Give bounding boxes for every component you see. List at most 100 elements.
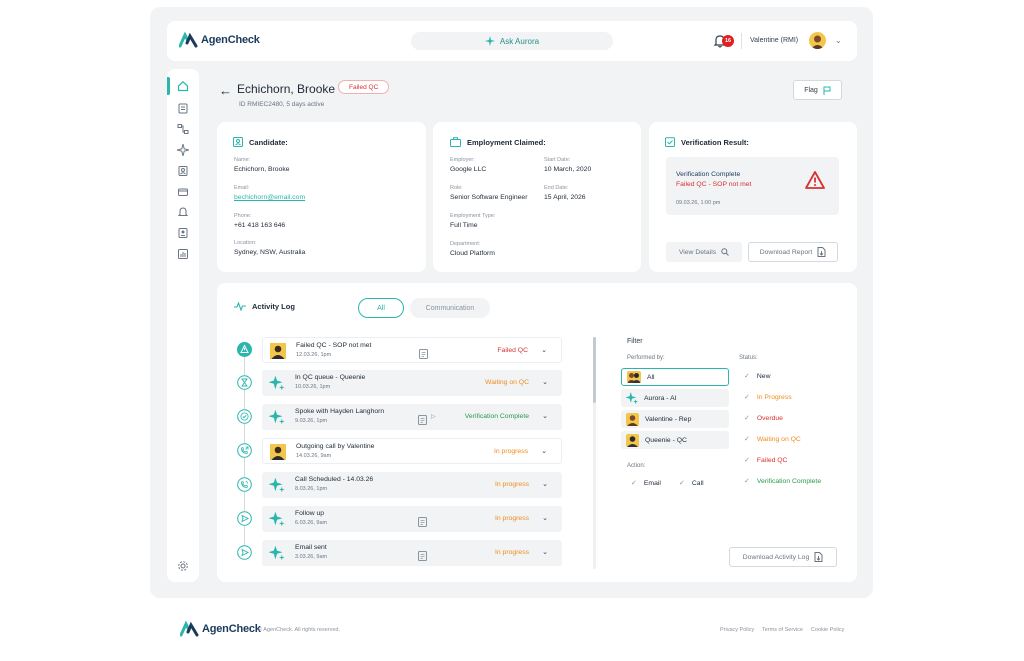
chevron-down-icon[interactable]: ⌄ <box>542 378 548 386</box>
chevron-down-icon[interactable]: ⌄ <box>542 412 548 420</box>
sparkle-icon <box>177 144 189 156</box>
check-circle-icon <box>237 409 252 424</box>
sidebar-item-identity[interactable] <box>176 226 190 240</box>
event-date: 12.03.26, 1pm <box>296 352 332 358</box>
verification-result-box: Verification Complete Failed QC - SOP no… <box>666 157 839 215</box>
header-divider <box>741 33 742 49</box>
phone-icon <box>237 477 252 492</box>
download-report-button[interactable]: Download Report <box>748 242 838 262</box>
sidebar-item-reports[interactable] <box>176 247 190 261</box>
activity-event-row[interactable]: Outgoing call by Valentine 14.03.26, 9am I… <box>262 438 562 464</box>
chevron-down-icon[interactable]: ⌄ <box>542 548 548 556</box>
event-title: Spoke with Hayden Langhorn <box>295 408 385 415</box>
event-title: Email sent <box>295 544 327 551</box>
chevron-down-icon[interactable]: ⌄ <box>542 480 548 488</box>
sidebar-item-billing[interactable] <box>176 185 190 199</box>
activity-event-row[interactable]: Call Scheduled - 14.03.26 8.03.26, 1pm In … <box>262 472 562 498</box>
send-icon <box>237 545 252 560</box>
event-title: Failed QC - SOP not met <box>296 342 372 349</box>
document-icon[interactable] <box>418 412 427 425</box>
flag-label: Flag <box>804 86 818 94</box>
activity-event-row[interactable]: Spoke with Hayden Langhorn 9.03.26, 1pm ▷ V… <box>262 404 562 430</box>
briefcase-icon <box>450 137 461 147</box>
sidebar-active-indicator <box>167 77 170 95</box>
ask-aurora-button[interactable]: Ask Aurora <box>411 32 613 50</box>
user-name[interactable]: Valentine (RMI) <box>750 37 798 44</box>
check-icon: ✓ <box>744 457 750 464</box>
sidebar-item-settings[interactable] <box>176 559 190 573</box>
footer-logo[interactable]: AgenCheck <box>180 621 261 637</box>
check-icon: ✓ <box>744 436 750 443</box>
reports-icon <box>178 249 188 259</box>
document-icon[interactable] <box>419 346 428 359</box>
check-icon: ✓ <box>679 480 685 487</box>
view-details-button[interactable]: View Details <box>666 242 742 262</box>
check-icon: ✓ <box>744 373 750 380</box>
event-title: In QC queue - Queenie <box>295 374 366 381</box>
user-menu-chevron-icon[interactable]: ⌄ <box>835 36 842 45</box>
cookie-policy-link[interactable]: Cookie Policy <box>811 627 844 633</box>
status-option-label: Failed QC <box>756 456 788 464</box>
status-option-failed-qc[interactable]: ✓ Failed QC <box>744 456 788 465</box>
flag-icon <box>823 86 831 95</box>
chevron-down-icon[interactable]: ⌄ <box>541 346 547 354</box>
action-option-call[interactable]: ✓ Call <box>679 475 704 491</box>
aurora-sparkle-icon <box>268 409 285 425</box>
employment-card-title: Employment Claimed: <box>450 137 546 147</box>
brand-logo[interactable]: AgenCheck <box>179 32 260 48</box>
status-option-waiting-on-qc[interactable]: ✓ Waiting on QC <box>744 435 801 444</box>
bell-icon <box>177 207 189 216</box>
sidebar-item-aurora[interactable] <box>176 143 190 157</box>
back-arrow-icon[interactable]: ← <box>219 83 232 98</box>
activity-event-row[interactable]: Email sent 3.03.26, 9am In progress ⌄ <box>262 540 562 566</box>
sidebar-item-tasks[interactable] <box>176 101 190 115</box>
activity-event-row[interactable]: Follow up 6.03.26, 9am In progress ⌄ <box>262 506 562 532</box>
document-icon[interactable] <box>418 548 427 561</box>
terms-of-service-link[interactable]: Terms of Service <box>762 627 803 633</box>
filter-title: Filter <box>627 338 643 345</box>
email-link[interactable]: bechichorn@email.com <box>234 194 305 201</box>
chevron-down-icon[interactable]: ⌄ <box>542 514 548 522</box>
actor-avatar <box>270 444 286 460</box>
status-option-overdue[interactable]: ✓ Overdue <box>744 414 783 423</box>
event-date: 14.03.26, 9am <box>296 453 332 459</box>
performer-option-all[interactable]: All <box>621 368 729 386</box>
sidebar-item-notifications[interactable] <box>176 205 190 219</box>
performer-option-aurora[interactable]: Aurora - AI <box>621 389 729 407</box>
workflow-icon <box>177 124 189 134</box>
end-date-label: End Date: <box>544 185 569 191</box>
download-activity-log-button[interactable]: Download Activity Log <box>729 547 837 567</box>
activity-event-row[interactable]: Failed QC - SOP not met 12.03.26, 1pm Fail… <box>262 337 562 363</box>
user-avatar[interactable] <box>809 32 826 49</box>
tab-all[interactable]: All <box>358 298 404 318</box>
status-option-in-progress[interactable]: ✓ In Progress <box>744 393 792 402</box>
sidebar-item-workflow[interactable] <box>176 122 190 136</box>
tab-communication[interactable]: Communication <box>410 298 490 318</box>
performer-option-valentine[interactable]: Valentine - Rep <box>621 410 729 428</box>
status-option-verification-complete[interactable]: ✓ Verification Complete <box>744 477 821 486</box>
chevron-down-icon[interactable]: ⌄ <box>541 447 547 455</box>
hourglass-icon <box>237 375 252 390</box>
page-title: Echichorn, Brooke <box>237 82 336 96</box>
event-status: In progress <box>494 515 529 522</box>
flag-button[interactable]: Flag <box>793 80 842 100</box>
home-icon <box>177 80 189 92</box>
play-recording-icon[interactable]: ▷ <box>431 413 436 420</box>
logo-mark-icon <box>179 32 198 48</box>
location-value: Sydney, NSW, Australia <box>234 249 306 256</box>
document-icon[interactable] <box>418 514 427 527</box>
privacy-policy-link[interactable]: Privacy Policy <box>720 627 754 633</box>
status-option-new[interactable]: ✓ New <box>744 372 770 381</box>
activity-event-row[interactable]: In QC queue - Queenie 10.03.26, 1pm Waitin… <box>262 370 562 396</box>
sidebar-item-contacts[interactable] <box>176 164 190 178</box>
sidebar-item-home[interactable] <box>176 79 190 93</box>
id-card-icon <box>178 228 188 238</box>
action-option-email[interactable]: ✓ Email <box>631 475 661 491</box>
performer-option-queenie[interactable]: Queenie - QC <box>621 431 729 449</box>
role-label: Role: <box>450 185 463 191</box>
scrollbar-thumb[interactable] <box>593 337 596 403</box>
search-icon <box>721 248 729 256</box>
performed-by-label: Performed by: <box>627 355 665 361</box>
verification-result-line: Failed QC - SOP not met <box>676 181 752 188</box>
activity-pulse-icon <box>234 302 246 311</box>
